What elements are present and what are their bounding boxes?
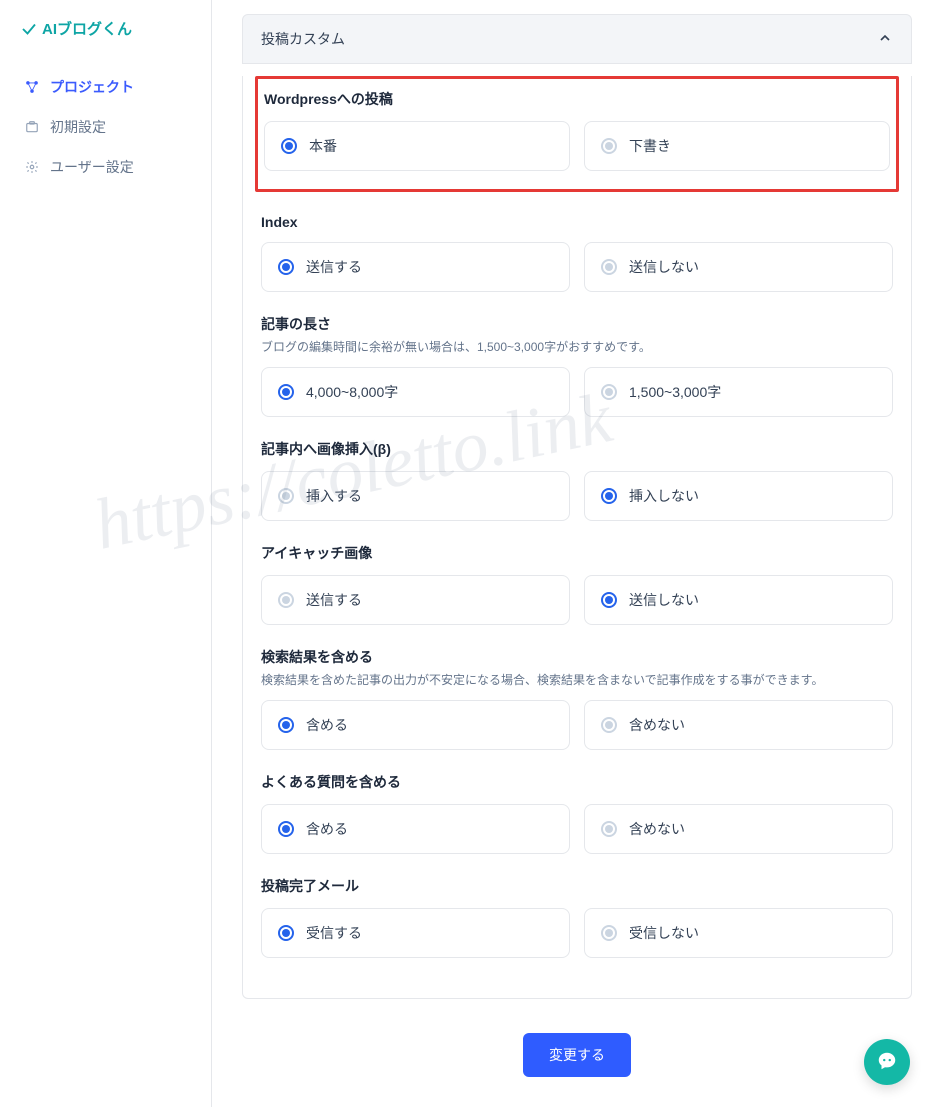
radio-indicator — [601, 384, 617, 400]
radio-indicator — [601, 717, 617, 733]
option-row: 含める 含めない — [261, 700, 893, 750]
chat-fab[interactable] — [864, 1039, 910, 1085]
option-row: 本番 下書き — [264, 121, 890, 171]
section-eyecatch: アイキャッチ画像送信する 送信しない — [261, 521, 893, 625]
radio-option[interactable]: 挿入する — [261, 471, 570, 521]
radio-option[interactable]: 下書き — [584, 121, 890, 171]
gear-icon — [24, 160, 40, 174]
radio-option[interactable]: 含めない — [584, 804, 893, 854]
settings-initial-icon — [24, 120, 40, 134]
section-image_insert: 記事内へ画像挿入(β) 挿入する 挿入しない — [261, 417, 893, 521]
radio-label: 挿入しない — [629, 486, 699, 506]
section-title: アイキャッチ画像 — [261, 543, 893, 563]
radio-indicator — [278, 592, 294, 608]
section-title: よくある質問を含める — [261, 772, 893, 792]
radio-label: 挿入する — [306, 486, 362, 506]
submit-button[interactable]: 変更する — [523, 1033, 631, 1077]
radio-label: 4,000~8,000字 — [306, 382, 398, 402]
radio-label: 送信しない — [629, 257, 699, 277]
radio-label: 含めない — [629, 819, 685, 839]
radio-label: 含める — [306, 819, 348, 839]
option-row: 挿入する 挿入しない — [261, 471, 893, 521]
brand-logo[interactable]: AIブログくん — [18, 18, 201, 39]
radio-option[interactable]: 4,000~8,000字 — [261, 367, 570, 417]
radio-option[interactable]: 含めない — [584, 700, 893, 750]
radio-indicator — [601, 488, 617, 504]
radio-option[interactable]: 挿入しない — [584, 471, 893, 521]
sidebar: AIブログくん プロジェクト 初期設定 ユーザー設定 — [0, 0, 212, 1107]
section-subtitle: 検索結果を含めた記事の出力が不安定になる場合、検索結果を含まないで記事作成をする… — [261, 671, 893, 688]
radio-indicator — [278, 488, 294, 504]
option-row: 4,000~8,000字 1,500~3,000字 — [261, 367, 893, 417]
section-title: Wordpressへの投稿 — [264, 89, 890, 109]
option-row: 受信する 受信しない — [261, 908, 893, 958]
accordion-header[interactable]: 投稿カスタム — [242, 14, 912, 64]
sidebar-item-label: 初期設定 — [50, 117, 106, 137]
radio-label: 送信する — [306, 257, 362, 277]
radio-option[interactable]: 送信しない — [584, 242, 893, 292]
radio-option[interactable]: 送信する — [261, 242, 570, 292]
radio-indicator — [601, 259, 617, 275]
radio-indicator — [278, 384, 294, 400]
section-title: 記事内へ画像挿入(β) — [261, 439, 893, 459]
radio-option[interactable]: 送信しない — [584, 575, 893, 625]
radio-option[interactable]: 1,500~3,000字 — [584, 367, 893, 417]
option-row: 送信する 送信しない — [261, 242, 893, 292]
sidebar-item-label: プロジェクト — [50, 77, 134, 97]
section-title: 検索結果を含める — [261, 647, 893, 667]
section-subtitle: ブログの編集時間に余裕が無い場合は、1,500~3,000字がおすすめです。 — [261, 338, 893, 355]
radio-indicator — [278, 821, 294, 837]
section-title: Index — [261, 214, 893, 230]
main-content: 投稿カスタム Wordpressへの投稿本番下書きIndex送信する送信しない記… — [212, 0, 932, 1107]
brand-name: AIブログくん — [42, 18, 132, 39]
radio-option[interactable]: 含める — [261, 804, 570, 854]
radio-option[interactable]: 送信する — [261, 575, 570, 625]
radio-label: 1,500~3,000字 — [629, 382, 721, 402]
radio-indicator — [601, 821, 617, 837]
accordion-title: 投稿カスタム — [261, 29, 345, 49]
sidebar-item-initial-settings[interactable]: 初期設定 — [18, 107, 201, 147]
sidebar-item-project[interactable]: プロジェクト — [18, 67, 201, 107]
option-row: 含める 含めない — [261, 804, 893, 854]
section-title: 投稿完了メール — [261, 876, 893, 896]
radio-indicator — [601, 925, 617, 941]
radio-label: 含める — [306, 715, 348, 735]
section-wordpress: Wordpressへの投稿本番 下書き — [255, 76, 899, 192]
accordion-panel: Wordpressへの投稿本番下書きIndex送信する送信しない記事の長さブログ… — [242, 76, 912, 999]
section-length: 記事の長さブログの編集時間に余裕が無い場合は、1,500~3,000字がおすすめ… — [261, 292, 893, 417]
sidebar-item-label: ユーザー設定 — [50, 157, 134, 177]
radio-label: 本番 — [309, 136, 337, 156]
sidebar-item-user-settings[interactable]: ユーザー設定 — [18, 147, 201, 187]
chevron-up-icon — [877, 30, 893, 49]
radio-indicator — [601, 592, 617, 608]
radio-label: 送信する — [306, 590, 362, 610]
project-icon — [24, 80, 40, 94]
radio-indicator — [281, 138, 297, 154]
section-title: 記事の長さ — [261, 314, 893, 334]
radio-label: 含めない — [629, 715, 685, 735]
radio-option[interactable]: 受信しない — [584, 908, 893, 958]
radio-label: 受信する — [306, 923, 362, 943]
radio-label: 送信しない — [629, 590, 699, 610]
chat-icon — [876, 1050, 898, 1075]
radio-option[interactable]: 含める — [261, 700, 570, 750]
radio-indicator — [278, 259, 294, 275]
radio-option[interactable]: 本番 — [264, 121, 570, 171]
option-row: 送信する 送信しない — [261, 575, 893, 625]
radio-label: 下書き — [629, 136, 671, 156]
section-faq: よくある質問を含める含める 含めない — [261, 750, 893, 854]
radio-indicator — [278, 717, 294, 733]
section-index: Index 送信する 送信しない — [261, 192, 893, 292]
section-search_results: 検索結果を含める検索結果を含めた記事の出力が不安定になる場合、検索結果を含まない… — [261, 625, 893, 750]
radio-label: 受信しない — [629, 923, 699, 943]
radio-indicator — [278, 925, 294, 941]
brand-icon — [20, 20, 38, 38]
section-completion_mail: 投稿完了メール受信する 受信しない — [261, 854, 893, 958]
radio-indicator — [601, 138, 617, 154]
radio-option[interactable]: 受信する — [261, 908, 570, 958]
